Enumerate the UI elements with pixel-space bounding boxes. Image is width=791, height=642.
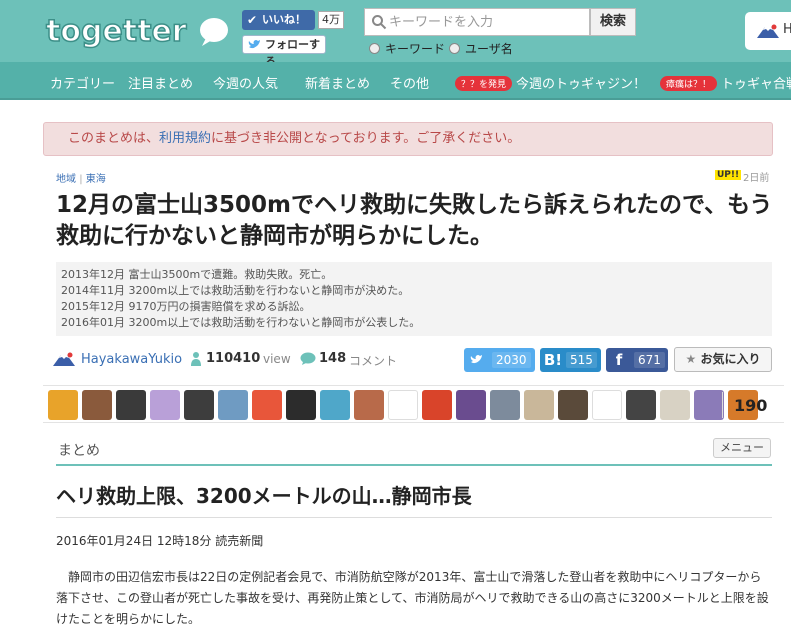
matome-header: まとめ メニュー	[56, 434, 772, 466]
nav-weekly-popular[interactable]: 今週の人気	[213, 73, 278, 92]
main-nav: カテゴリー 注目まとめ 今週の人気 新着まとめ その他 ？？を発見 今週のトゥギャ…	[0, 62, 791, 100]
divider	[722, 392, 723, 418]
twitter-share-button[interactable]: 2030	[464, 348, 535, 372]
facebook-like-button[interactable]: ✔ いいね！	[242, 10, 315, 30]
breadcrumb: 地域 | 東海	[56, 174, 106, 185]
twitter-bird-icon	[248, 40, 260, 49]
check-icon: ✔	[247, 13, 258, 27]
user-avatar[interactable]	[48, 390, 78, 420]
search-input[interactable]	[389, 12, 585, 32]
article-date: 2016年01月24日 12時18分 読売新聞	[56, 534, 264, 548]
terms-link[interactable]: 利用規約	[159, 131, 211, 146]
page-title: 12月の富士山3500mでヘリ救助に失敗したら訴えられたので、もう救助に行かない…	[56, 192, 773, 249]
user-avatar[interactable]	[422, 390, 452, 420]
twitter-follow-button[interactable]: フォローする	[242, 35, 326, 68]
breadcrumb-region[interactable]: 地域	[56, 174, 76, 185]
facebook-count: 671	[634, 352, 665, 368]
nav-category[interactable]: カテゴリー	[50, 73, 115, 92]
article-body: 静岡市の田辺信宏市長は22日の定例記者会見で、市消防航空隊が2013年、富士山で…	[56, 570, 769, 626]
site-header: togetter ✔ いいね！ 4万 フォローする 検索 キーワード ユーザ名 …	[0, 0, 791, 68]
twitter-count: 2030	[492, 352, 531, 368]
favorite-count[interactable]: 190	[734, 396, 767, 415]
radio-username[interactable]: ユーザ名	[449, 40, 513, 57]
facebook-f-icon: f	[615, 351, 623, 369]
user-avatar[interactable]	[626, 390, 656, 420]
user-avatar[interactable]	[558, 390, 588, 420]
article-heading: ヘリ救助上限、3200メートルの山…静岡市長	[56, 480, 772, 518]
mount-fuji-avatar-icon	[757, 24, 779, 38]
comment-bubble-icon	[300, 352, 316, 365]
user-avatar[interactable]	[150, 390, 180, 420]
summary-line: 2014年11月 3200m以上では救助活動を行わないと静岡市が決めた。	[61, 284, 410, 297]
summary-line: 2013年12月 富士山3500mで遭難。救助失敗。死亡。	[61, 268, 333, 281]
nav-new[interactable]: 新着まとめ	[305, 73, 370, 92]
user-avatar[interactable]	[456, 390, 486, 420]
user-avatar[interactable]	[694, 390, 724, 420]
up-badge: UP!!	[715, 170, 742, 180]
hatena-b-icon: B!	[543, 351, 563, 369]
star-icon: ★	[685, 352, 697, 366]
main-content: このまとめは、利用規約に基づき非公開となっております。ご了承ください。 地域 |…	[43, 112, 784, 642]
updated-ago: 2日前	[743, 173, 770, 184]
view-label: view	[263, 352, 291, 366]
favorited-users-strip: 190	[43, 385, 784, 423]
user-avatar[interactable]	[524, 390, 554, 420]
search-box	[364, 8, 590, 36]
search-button[interactable]: 検索	[590, 8, 636, 36]
nav-battle[interactable]: 瘴癘は？！トゥギャ合戦	[660, 73, 791, 92]
comment-count[interactable]: 148	[319, 351, 346, 366]
user-avatar[interactable]	[252, 390, 282, 420]
radio-keyword[interactable]: キーワード	[369, 40, 445, 57]
hatena-bookmark-button[interactable]: B! 515	[540, 348, 601, 372]
togetter-logo[interactable]: togetter	[44, 8, 232, 52]
radio-circle-icon	[449, 43, 460, 54]
comment-label[interactable]: コメント	[349, 352, 397, 369]
favorite-button[interactable]: ★ お気に入り	[674, 347, 772, 372]
menu-button[interactable]: メニュー	[713, 438, 771, 458]
user-avatar[interactable]	[286, 390, 316, 420]
hatena-count: 515	[566, 352, 597, 368]
nav-other[interactable]: その他	[390, 73, 429, 92]
user-avatar[interactable]	[490, 390, 520, 420]
user-avatar[interactable]	[592, 390, 622, 420]
nav-badge: 瘴癘は？！	[660, 76, 718, 91]
person-icon	[191, 352, 201, 366]
user-avatar[interactable]	[184, 390, 214, 420]
like-count: 4万	[318, 11, 344, 29]
user-avatar[interactable]	[320, 390, 350, 420]
radio-circle-icon	[369, 43, 380, 54]
search-icon	[372, 15, 387, 30]
user-avatar[interactable]	[388, 390, 418, 420]
private-notice: このまとめは、利用規約に基づき非公開となっております。ご了承ください。	[43, 122, 773, 156]
nav-togazine[interactable]: ？？を発見 今週のトゥギャジン！	[455, 73, 646, 92]
svg-text:togetter: togetter	[46, 14, 187, 49]
facebook-share-button[interactable]: f 671	[606, 348, 668, 372]
twitter-bird-icon	[470, 355, 482, 364]
summary-box: 2013年12月 富士山3500mで遭難。救助失敗。死亡。 2014年11月 3…	[56, 262, 772, 336]
user-avatar[interactable]	[660, 390, 690, 420]
view-count: 110410	[206, 351, 261, 366]
breadcrumb-tokai[interactable]: 東海	[86, 174, 106, 185]
nav-featured[interactable]: 注目まとめ	[128, 73, 193, 92]
matome-label: まとめ	[58, 443, 100, 459]
author-name[interactable]: HayakawaYukio	[81, 352, 182, 367]
nav-badge: ？？を発見	[455, 76, 513, 91]
mount-fuji-avatar-icon	[53, 352, 75, 366]
summary-line: 2015年12月 9170万円の損害賠償を求める訴訟。	[61, 300, 311, 313]
user-avatar[interactable]	[218, 390, 248, 420]
user-avatar[interactable]	[82, 390, 112, 420]
summary-line: 2016年01月 3200m以上では救助活動を行わないと静岡市が公表した。	[61, 316, 421, 329]
user-avatar[interactable]	[116, 390, 146, 420]
user-menu[interactable]: H	[745, 12, 791, 50]
user-avatar[interactable]	[354, 390, 384, 420]
